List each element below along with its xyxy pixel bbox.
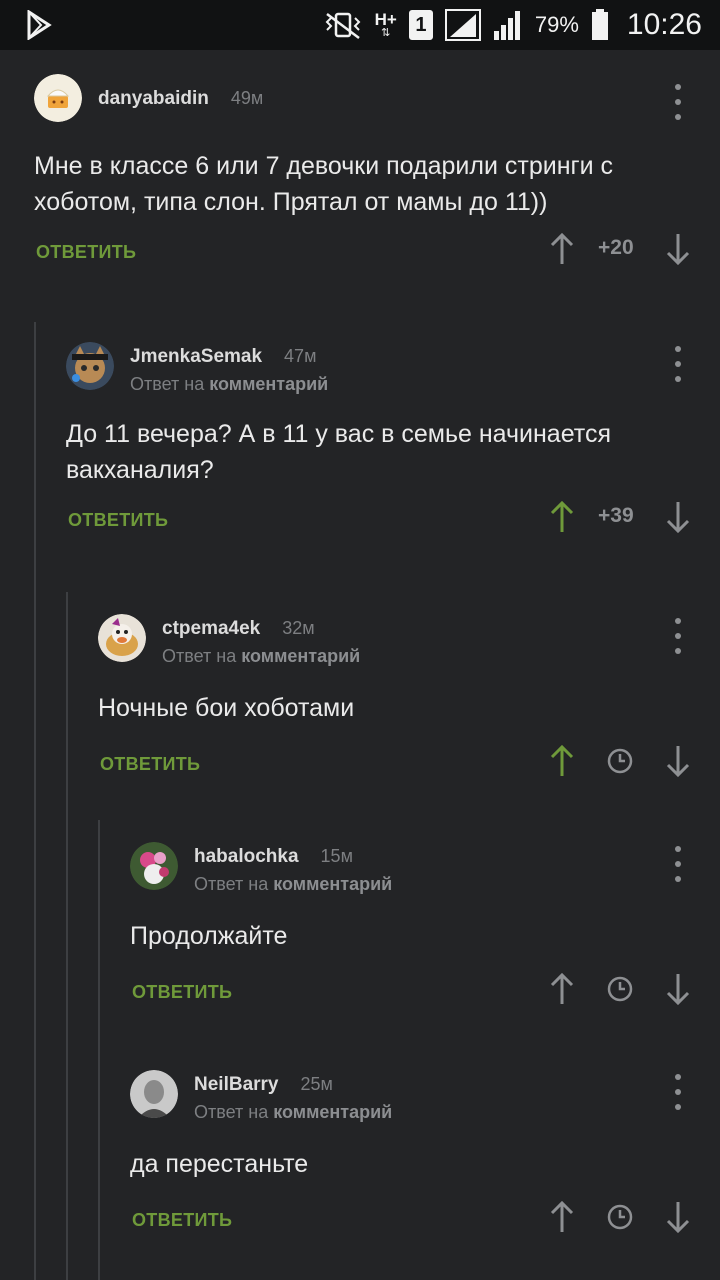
- username[interactable]: danyabaidin 49м: [98, 88, 263, 110]
- clock-icon: [607, 1204, 633, 1230]
- pending-score-button[interactable]: [600, 736, 640, 786]
- sim-slot-indicator: 1: [408, 10, 433, 40]
- avatar[interactable]: [130, 842, 178, 890]
- upvote-button[interactable]: [542, 1192, 582, 1242]
- battery-icon: [591, 9, 608, 40]
- thread-line-1: [34, 322, 36, 1280]
- play-store-icon: [27, 10, 52, 40]
- status-bar: H+ ⇅ 1 79% 10:26: [0, 0, 720, 50]
- pending-score-button[interactable]: [600, 1192, 640, 1242]
- username[interactable]: ctpema4ek 32м: [162, 618, 315, 640]
- thread-line-2: [66, 592, 68, 1280]
- avatar[interactable]: [130, 1070, 178, 1118]
- downvote-button[interactable]: [658, 224, 698, 274]
- reply-button[interactable]: ОТВЕТИТЬ: [36, 242, 136, 263]
- downvote-button[interactable]: [658, 964, 698, 1014]
- reply-to-label[interactable]: Ответ на комментарий: [130, 374, 328, 395]
- comment-score: +39: [598, 504, 634, 527]
- comment-text: да перестаньте: [130, 1150, 309, 1178]
- comment-time: 49м: [230, 88, 264, 108]
- upvote-button[interactable]: [542, 736, 582, 786]
- signal-icon: [444, 9, 481, 41]
- comment-score: +20: [598, 236, 634, 259]
- arrow-up-icon: [550, 1200, 574, 1232]
- signal-bars-icon: [493, 11, 520, 40]
- battery-percent: 79%: [534, 12, 579, 37]
- comment: habalochka 15м Ответ на комментарий Продо…: [130, 842, 720, 1024]
- clock-icon: [607, 748, 633, 774]
- comment-text: Продолжайте: [130, 922, 288, 950]
- comments-feed[interactable]: danyabaidin 49м Мне в классе 6 или 7 дево…: [0, 50, 720, 1280]
- comment-time: 15м: [320, 846, 353, 866]
- more-options-button[interactable]: [672, 346, 684, 382]
- upvote-button[interactable]: [542, 492, 582, 542]
- comment: NeilBarry 25м Ответ на комментарий да пер…: [130, 1070, 720, 1252]
- arrow-down-icon: [666, 1202, 690, 1234]
- more-options-button[interactable]: [672, 84, 684, 120]
- more-options-button[interactable]: [672, 618, 684, 654]
- arrow-down-icon: [666, 974, 690, 1006]
- upvote-button[interactable]: [542, 964, 582, 1014]
- reply-to-label[interactable]: Ответ на комментарий: [162, 646, 360, 667]
- arrow-down-icon: [666, 502, 690, 534]
- downvote-button[interactable]: [658, 736, 698, 786]
- comment-text: Ночные бои хоботами: [98, 694, 355, 722]
- pending-score-button[interactable]: [600, 964, 640, 1014]
- arrow-down-icon: [666, 746, 690, 778]
- arrow-up-icon: [550, 744, 574, 776]
- downvote-button[interactable]: [658, 1192, 698, 1242]
- reply-button[interactable]: ОТВЕТИТЬ: [132, 982, 232, 1003]
- comment-time: 47м: [284, 346, 317, 366]
- thread-line-3: [98, 820, 100, 1280]
- comment: JmenkaSemak 47м Ответ на комментарий До 1…: [66, 342, 720, 552]
- comment-text: Мне в классе 6 или 7 девочки подарили ст…: [34, 152, 614, 216]
- avatar[interactable]: [98, 614, 146, 662]
- reply-to-label[interactable]: Ответ на комментарий: [194, 874, 392, 895]
- arrow-up-icon: [550, 232, 574, 264]
- arrow-up-icon: [550, 500, 574, 532]
- username[interactable]: JmenkaSemak 47м: [130, 346, 316, 368]
- clock-icon: [607, 976, 633, 1002]
- upvote-button[interactable]: [542, 224, 582, 274]
- comment-time: 25м: [300, 1074, 333, 1094]
- network-type-indicator: H+ ⇅: [374, 10, 397, 39]
- reply-button[interactable]: ОТВЕТИТЬ: [132, 1210, 232, 1231]
- more-options-button[interactable]: [672, 1074, 684, 1110]
- arrow-down-icon: [666, 234, 690, 266]
- arrow-up-icon: [550, 972, 574, 1004]
- avatar[interactable]: [34, 74, 82, 122]
- reply-button[interactable]: ОТВЕТИТЬ: [100, 754, 200, 775]
- comment: danyabaidin 49м Мне в классе 6 или 7 дево…: [34, 74, 720, 284]
- vibrate-icon: [325, 12, 361, 39]
- username[interactable]: habalochka 15м: [194, 846, 353, 868]
- more-options-button[interactable]: [672, 846, 684, 882]
- downvote-button[interactable]: [658, 492, 698, 542]
- username[interactable]: NeilBarry 25м: [194, 1074, 333, 1096]
- comment-text: До 11 вечера? А в 11 у вас в семье начин…: [66, 420, 611, 484]
- comment: ctpema4ek 32м Ответ на комментарий Ночные…: [98, 614, 720, 796]
- reply-to-label[interactable]: Ответ на комментарий: [194, 1102, 392, 1123]
- reply-button[interactable]: ОТВЕТИТЬ: [68, 510, 168, 531]
- comment-time: 32м: [282, 618, 315, 638]
- clock: 10:26: [626, 8, 702, 41]
- avatar[interactable]: [66, 342, 114, 390]
